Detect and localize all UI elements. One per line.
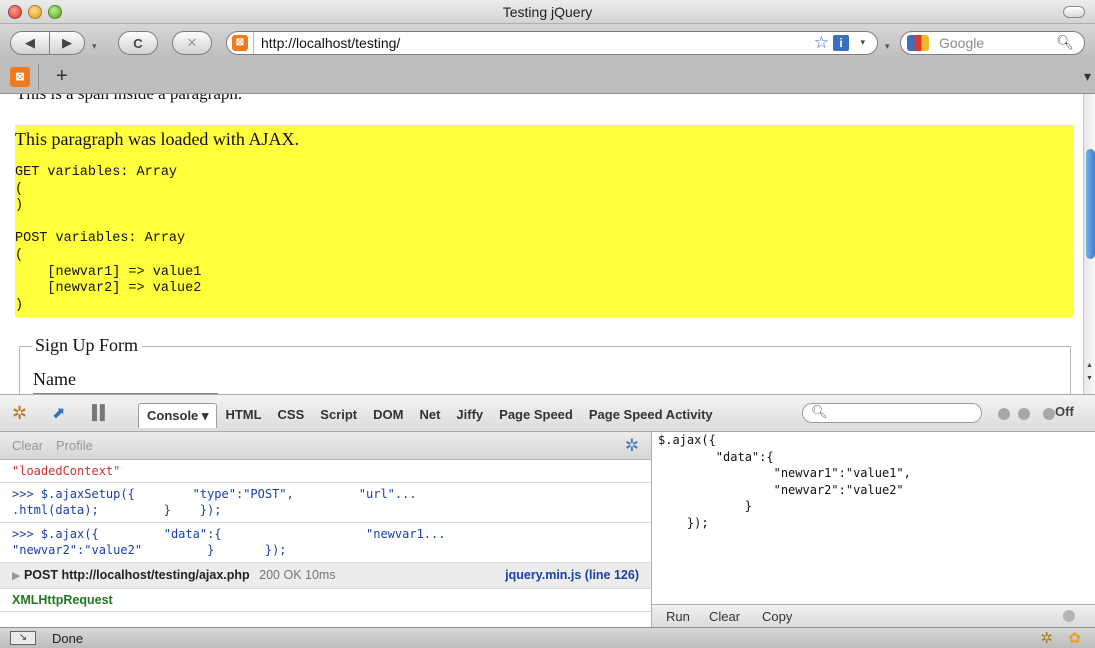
span-paragraph: This is a span inside a paragraph.	[16, 94, 242, 104]
tab-console[interactable]: Console ▾	[138, 403, 218, 428]
close-firebug-icon[interactable]	[1043, 408, 1055, 420]
page-scrollbar[interactable]: ▲ ▼	[1083, 94, 1095, 394]
tab-css[interactable]: CSS	[270, 403, 313, 428]
window-title: Testing jQuery	[502, 4, 593, 20]
inspect-element-icon[interactable]: ⬈	[52, 403, 65, 423]
tab-list-icon[interactable]: ▾	[1084, 68, 1091, 85]
scroll-down-arrow-icon[interactable]: ▼	[1086, 375, 1093, 382]
signup-legend: Sign Up Form	[32, 335, 143, 356]
tab-strip: ⊠ + ▾	[0, 60, 1095, 94]
tab-script[interactable]: Script	[312, 403, 365, 428]
url-text[interactable]: http://localhost/testing/	[261, 35, 400, 51]
scroll-up-arrow-icon[interactable]: ▲	[1086, 362, 1093, 369]
search-input[interactable]: Google	[939, 35, 984, 51]
scrollbar-thumb[interactable]	[1086, 149, 1095, 259]
log-post-request[interactable]: ▶ POST http://localhost/testing/ajax.php…	[0, 563, 651, 589]
editor-clear-button[interactable]: Clear	[709, 609, 740, 624]
log-xhr-object[interactable]: XMLHttpRequest	[0, 589, 651, 612]
console-profile-button[interactable]: Profile	[56, 438, 93, 453]
history-dropdown-icon[interactable]: ▾	[92, 41, 97, 52]
status-text: Done	[52, 631, 84, 646]
tab-page-speed[interactable]: Page Speed	[491, 403, 581, 428]
search-engine-dropdown-icon[interactable]: ▾	[885, 41, 890, 52]
back-arrow-icon: ◀	[25, 35, 35, 50]
firebug-off-button[interactable]: Off	[1055, 404, 1074, 419]
search-icon: 🔍︎	[811, 404, 828, 419]
ajax-paragraph: This paragraph was loaded with AJAX.	[15, 129, 299, 149]
reload-icon: C	[133, 35, 143, 51]
run-button[interactable]: Run	[666, 609, 690, 624]
signup-fieldset: Sign Up Form Name	[19, 335, 1071, 394]
tab-page-speed-activity[interactable]: Page Speed Activity	[581, 403, 721, 428]
command-editor-toolbar: Run Clear Copy	[652, 604, 1095, 627]
firebug-tabs: Console ▾ HTML CSS Script DOM Net Jiffy …	[138, 403, 721, 428]
status-connection-icon: ↘	[10, 631, 36, 645]
post-request-status: 200 OK 10ms	[259, 568, 336, 582]
console-toolbar: Clear Profile ✲	[0, 432, 651, 460]
forward-arrow-icon: ▶	[62, 35, 72, 50]
reload-button[interactable]: C	[118, 31, 158, 55]
search-bar[interactable]: Google 🔍︎	[900, 31, 1085, 55]
firebug-toolbar: ✲ ⬈ ▌▌ Console ▾ HTML CSS Script DOM Net…	[0, 394, 1095, 432]
console-clear-button[interactable]: Clear	[12, 438, 43, 453]
status-bar: ↘ Done ✲ ✿	[0, 627, 1095, 648]
console-bug-icon[interactable]: ✲	[625, 436, 639, 456]
site-info-icon[interactable]: i	[833, 35, 849, 51]
url-dropdown-icon[interactable]: ▾	[860, 37, 865, 48]
search-icon[interactable]: 🔍︎	[1056, 34, 1074, 51]
window-titlebar: Testing jQuery	[0, 0, 1095, 24]
post-request-url: POST http://localhost/testing/ajax.php	[23, 568, 250, 582]
firebug-bug-icon[interactable]: ✲	[12, 403, 27, 424]
bookmark-star-icon[interactable]: ☆	[814, 33, 829, 53]
log-loaded-context[interactable]: "loadedContext"	[0, 460, 651, 483]
console-panel: Clear Profile ✲ "loadedContext" >>> $.aj…	[0, 432, 652, 627]
minimize-firebug-icon[interactable]	[998, 408, 1010, 420]
stop-icon: ✕	[186, 35, 198, 50]
copy-button[interactable]: Copy	[762, 609, 792, 624]
detach-firebug-icon[interactable]	[1018, 408, 1030, 420]
address-bar[interactable]: ⊠ http://localhost/testing/ ☆ i ▾	[226, 31, 878, 55]
tab-jiffy[interactable]: Jiffy	[448, 403, 491, 428]
post-source-link[interactable]: jquery.min.js (line 126)	[505, 568, 639, 582]
stop-button[interactable]: ✕	[172, 31, 212, 55]
site-favicon-icon: ⊠	[232, 35, 248, 51]
extension-status-icon[interactable]: ✿	[1068, 629, 1081, 647]
google-icon[interactable]	[907, 35, 929, 51]
back-button[interactable]: ◀	[10, 31, 50, 55]
forward-button[interactable]: ▶	[49, 31, 85, 55]
tab-divider	[38, 64, 39, 90]
toolbar-toggle-button[interactable]	[1063, 6, 1085, 18]
firebug-status-icon[interactable]: ✲	[1040, 629, 1053, 647]
command-editor-panel: $.ajax({ "data":{ "newvar1":"value1", "n…	[652, 432, 1095, 627]
tab-html[interactable]: HTML	[217, 403, 269, 428]
tab-dom[interactable]: DOM	[365, 403, 411, 428]
log-command-ajaxsetup[interactable]: >>> $.ajaxSetup({ "type":"POST", "url"..…	[0, 483, 651, 523]
firebug-search-input[interactable]: 🔍︎	[802, 403, 982, 423]
tab-favicon-icon[interactable]: ⊠	[10, 67, 30, 87]
tab-net[interactable]: Net	[411, 403, 448, 428]
toggle-editor-icon[interactable]	[1063, 610, 1075, 622]
navigation-toolbar: ◀ ▶ ▾ C ✕ ⊠ http://localhost/testing/ ☆ …	[0, 24, 1095, 60]
new-tab-button[interactable]: +	[56, 65, 68, 88]
page-content: This is a span inside a paragraph. This …	[0, 94, 1083, 394]
ajax-vars-preformatted: GET variables: Array ( ) POST variables:…	[15, 165, 202, 313]
name-label: Name	[33, 369, 76, 389]
url-divider	[253, 32, 254, 54]
ajax-loaded-block: This paragraph was loaded with AJAX. GET…	[15, 125, 1073, 317]
pause-icon[interactable]: ▌▌	[92, 404, 110, 420]
console-log: "loadedContext" >>> $.ajaxSetup({ "type"…	[0, 460, 651, 612]
expand-arrow-icon[interactable]: ▶	[12, 570, 20, 582]
log-command-ajax[interactable]: >>> $.ajax({ "data":{ "newvar1... "newva…	[0, 523, 651, 563]
command-editor-textarea[interactable]: $.ajax({ "data":{ "newvar1":"value1", "n…	[658, 432, 911, 531]
